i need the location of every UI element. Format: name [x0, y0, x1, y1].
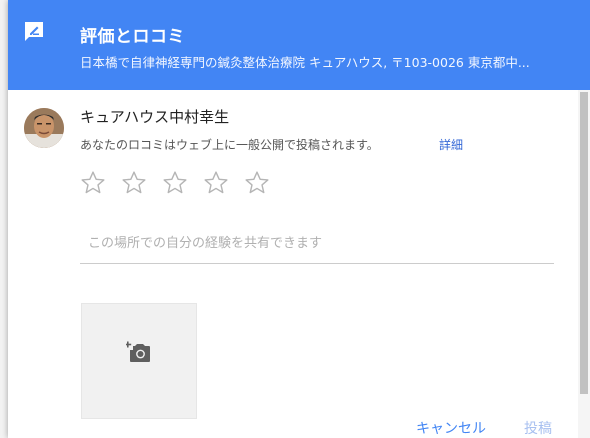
- dialog-title: 評価とロコミ: [80, 27, 185, 47]
- review-text-input[interactable]: [80, 224, 554, 264]
- review-dialog: 評価とロコミ 日本橋で自律神経専門の鍼灸整体治療院 キュアハウス, 〒103-0…: [8, 0, 590, 438]
- star-1-icon[interactable]: [80, 170, 106, 196]
- public-notice: あなたのロコミはウェブ上に一般公開で投稿されます。: [80, 138, 379, 152]
- star-2-icon[interactable]: [121, 170, 147, 196]
- details-link[interactable]: 詳細: [439, 136, 463, 153]
- avatar: [24, 108, 64, 148]
- star-5-icon[interactable]: [244, 170, 270, 196]
- user-photo: [24, 108, 64, 148]
- place-address: 日本橋で自律神経専門の鍼灸整体治療院 キュアハウス, 〒103-0026 東京都…: [80, 55, 530, 70]
- background-page: [0, 0, 8, 438]
- dialog-header: 評価とロコミ 日本橋で自律神経専門の鍼灸整体治療院 キュアハウス, 〒103-0…: [8, 0, 590, 90]
- star-4-icon[interactable]: [203, 170, 229, 196]
- post-button[interactable]: 投稿: [524, 418, 552, 438]
- rate-review-icon: [25, 22, 43, 41]
- star-rating: [80, 170, 285, 196]
- cancel-button[interactable]: キャンセル: [416, 418, 486, 438]
- star-3-icon[interactable]: [162, 170, 188, 196]
- add-photo-button[interactable]: [81, 303, 197, 419]
- scrollbar-thumb[interactable]: [580, 92, 588, 394]
- add-photo-camera-icon: [126, 341, 150, 362]
- user-name: キュアハウス中村幸生: [80, 108, 230, 126]
